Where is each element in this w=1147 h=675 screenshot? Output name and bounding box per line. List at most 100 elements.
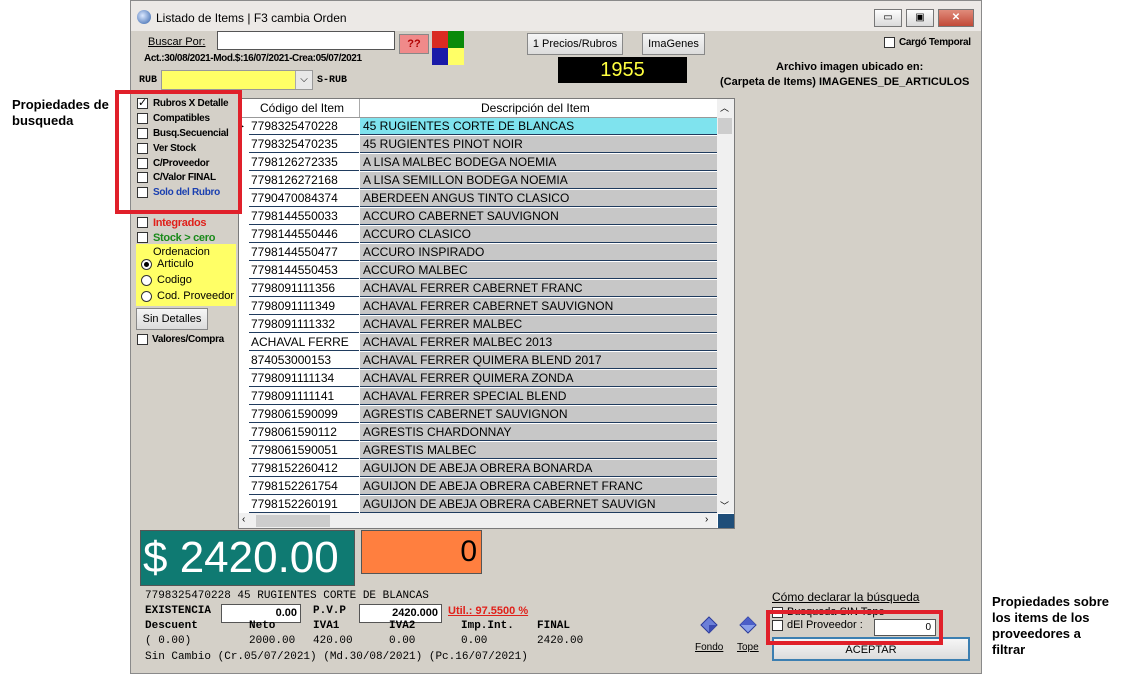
scroll-thumb[interactable] — [718, 118, 732, 134]
table-row[interactable]: 7798152261754 AGUIJON DE ABEJA OBRERA CAB… — [239, 478, 719, 496]
table-row[interactable]: 7790470084374 ABERDEEN ANGUS TINTO CLASIC… — [239, 190, 719, 208]
fondo-label[interactable]: Fondo — [695, 642, 723, 653]
cell-description[interactable]: AGRESTIS CHARDONNAY — [360, 424, 717, 441]
cell-description[interactable]: AGUIJON DE ABEJA OBRERA BONARDA — [360, 460, 717, 477]
ordenacion-radio-2[interactable] — [141, 291, 152, 302]
cell-code[interactable]: 7798061590051 — [249, 442, 359, 459]
cell-description[interactable]: ACHAVAL FERRER MALBEC 2013 — [360, 334, 717, 351]
table-row[interactable]: ▸ 7798325470228 45 RUGIENTES CORTE DE BLAN… — [239, 118, 719, 136]
rubro-select[interactable]: ⌵ — [161, 70, 313, 90]
header-descripcion[interactable]: Descripción del Item — [481, 101, 590, 115]
cell-code[interactable]: 7798325470228 — [249, 118, 359, 135]
cell-description[interactable]: A LISA MALBEC BODEGA NOEMIA — [360, 154, 717, 171]
cell-description[interactable]: ABERDEEN ANGUS TINTO CLASICO — [360, 190, 717, 207]
horizontal-scrollbar[interactable]: ‹ › — [239, 513, 717, 528]
cell-code[interactable]: 7798091111349 — [249, 298, 359, 315]
table-row[interactable]: 7798126272168 A LISA SEMILLON BODEGA NOEM… — [239, 172, 719, 190]
cell-code[interactable]: 7798091111134 — [249, 370, 359, 387]
cell-code[interactable]: 7798091111141 — [249, 388, 359, 405]
cell-description[interactable]: ACHAVAL FERRER SPECIAL BLEND — [360, 388, 717, 405]
cell-description[interactable]: 45 RUGIENTES CORTE DE BLANCAS — [360, 118, 717, 135]
cargo-temporal-checkbox[interactable] — [884, 37, 895, 48]
cell-description[interactable]: ACCURO CABERNET SAUVIGNON — [360, 208, 717, 225]
table-row[interactable]: 7798126272335 A LISA MALBEC BODEGA NOEMIA — [239, 154, 719, 172]
table-row[interactable]: ACHAVAL FERRE ACHAVAL FERRER MALBEC 2013 — [239, 334, 719, 352]
sin-detalles-button[interactable]: Sin Detalles — [136, 308, 208, 330]
cell-description[interactable]: ACHAVAL FERRER CABERNET SAUVIGNON — [360, 298, 717, 315]
table-row[interactable]: 7798091111134 ACHAVAL FERRER QUIMERA ZOND… — [239, 370, 719, 388]
cell-description[interactable]: ACHAVAL FERRER QUIMERA BLEND 2017 — [360, 352, 717, 369]
hscroll-thumb[interactable] — [256, 515, 330, 527]
cell-code[interactable]: 7798126272335 — [249, 154, 359, 171]
table-row[interactable]: 7798152260412 AGUIJON DE ABEJA OBRERA BON… — [239, 460, 719, 478]
detail-item-line: 7798325470228 45 RUGIENTES CORTE DE BLAN… — [145, 590, 429, 602]
table-row[interactable]: 7798061590051 AGRESTIS MALBEC — [239, 442, 719, 460]
cell-code[interactable]: 7798091111332 — [249, 316, 359, 333]
cell-description[interactable]: 45 RUGIENTES PINOT NOIR — [360, 136, 717, 153]
cell-code[interactable]: 7798144550446 — [249, 226, 359, 243]
cell-code[interactable]: 7798144550477 — [249, 244, 359, 261]
imagenes-button[interactable]: ImaGenes — [642, 33, 705, 55]
search-input[interactable] — [217, 31, 395, 50]
cell-code[interactable]: 7798061590112 — [249, 424, 359, 441]
cell-description[interactable]: AGUIJON DE ABEJA OBRERA CABERNET FRANC — [360, 478, 717, 495]
cell-code[interactable]: 7798152260191 — [249, 496, 359, 513]
table-row[interactable]: 7798091111141 ACHAVAL FERRER SPECIAL BLEN… — [239, 388, 719, 406]
precios-rubros-button[interactable]: 1 Precios/Rubros — [527, 33, 623, 55]
cell-code[interactable]: 7798061590099 — [249, 406, 359, 423]
option-label-7: Integrados — [153, 217, 207, 229]
ordenacion-radio-0[interactable] — [141, 259, 152, 270]
cell-code[interactable]: 7798126272168 — [249, 172, 359, 189]
valores-compra-checkbox[interactable] — [137, 334, 148, 345]
cell-description[interactable]: ACCURO INSPIRADO — [360, 244, 717, 261]
chevron-down-icon[interactable]: ⌵ — [295, 71, 312, 89]
cell-description[interactable]: ACCURO MALBEC — [360, 262, 717, 279]
table-row[interactable]: 7798091111356 ACHAVAL FERRER CABERNET FRA… — [239, 280, 719, 298]
table-row[interactable]: 7798061590112 AGRESTIS CHARDONNAY — [239, 424, 719, 442]
cell-code[interactable]: 7798152261754 — [249, 478, 359, 495]
cell-description[interactable]: AGRESTIS CABERNET SAUVIGNON — [360, 406, 717, 423]
table-row[interactable]: 7798144550477 ACCURO INSPIRADO — [239, 244, 719, 262]
cell-description[interactable]: A LISA SEMILLON BODEGA NOEMIA — [360, 172, 717, 189]
cell-code[interactable]: 874053000153 — [249, 352, 359, 369]
fondo-icon[interactable] — [700, 616, 718, 634]
table-row[interactable]: 7798091111332 ACHAVAL FERRER MALBEC — [239, 316, 719, 334]
cell-description[interactable]: ACHAVAL FERRER QUIMERA ZONDA — [360, 370, 717, 387]
cell-code[interactable]: 7790470084374 — [249, 190, 359, 207]
close-button[interactable]: ✕ — [938, 9, 974, 27]
cell-description[interactable]: ACHAVAL FERRER MALBEC — [360, 316, 717, 333]
scroll-down-icon[interactable]: ﹀ — [720, 499, 729, 512]
cell-description[interactable]: AGUIJON DE ABEJA OBRERA CABERNET SAUVIGN — [360, 496, 717, 513]
cell-code[interactable]: 7798144550033 — [249, 208, 359, 225]
option-checkbox-8[interactable] — [137, 232, 148, 243]
option-checkbox-7[interactable] — [137, 217, 148, 228]
cell-code[interactable]: 7798325470235 — [249, 136, 359, 153]
detail-col-value: 2420.00 — [537, 635, 584, 647]
help-button[interactable]: ?? — [399, 34, 429, 54]
tope-icon[interactable] — [739, 616, 757, 634]
scroll-left-icon[interactable]: ‹ — [242, 514, 245, 525]
cell-description[interactable]: AGRESTIS MALBEC — [360, 442, 717, 459]
cell-code[interactable]: 7798144550453 — [249, 262, 359, 279]
table-row[interactable]: 7798091111349 ACHAVAL FERRER CABERNET SAU… — [239, 298, 719, 316]
table-row[interactable]: 7798325470235 45 RUGIENTES PINOT NOIR — [239, 136, 719, 154]
table-row[interactable]: 7798061590099 AGRESTIS CABERNET SAUVIGNON — [239, 406, 719, 424]
header-codigo[interactable]: Código del Item — [260, 101, 344, 115]
cell-description[interactable]: ACHAVAL FERRER CABERNET FRANC — [360, 280, 717, 297]
cell-code[interactable]: 7798091111356 — [249, 280, 359, 297]
ordenacion-radio-1[interactable] — [141, 275, 152, 286]
tope-label[interactable]: Tope — [737, 642, 759, 653]
vertical-scrollbar[interactable]: ︿ ﹀ — [717, 99, 734, 513]
table-row[interactable]: 874053000153 ACHAVAL FERRER QUIMERA BLEND… — [239, 352, 719, 370]
table-row[interactable]: 7798144550033 ACCURO CABERNET SAUVIGNON — [239, 208, 719, 226]
table-row[interactable]: 7798152260191 AGUIJON DE ABEJA OBRERA CAB… — [239, 496, 719, 514]
table-row[interactable]: 7798144550453 ACCURO MALBEC — [239, 262, 719, 280]
cell-code[interactable]: 7798152260412 — [249, 460, 359, 477]
maximize-button[interactable]: ▣ — [906, 9, 934, 27]
minimize-button[interactable]: ▭ — [874, 9, 902, 27]
cell-code[interactable]: ACHAVAL FERRE — [249, 334, 359, 351]
scroll-right-icon[interactable]: › — [705, 514, 708, 525]
table-row[interactable]: 7798144550446 ACCURO CLASICO — [239, 226, 719, 244]
scroll-up-icon[interactable]: ︿ — [720, 101, 729, 114]
cell-description[interactable]: ACCURO CLASICO — [360, 226, 717, 243]
